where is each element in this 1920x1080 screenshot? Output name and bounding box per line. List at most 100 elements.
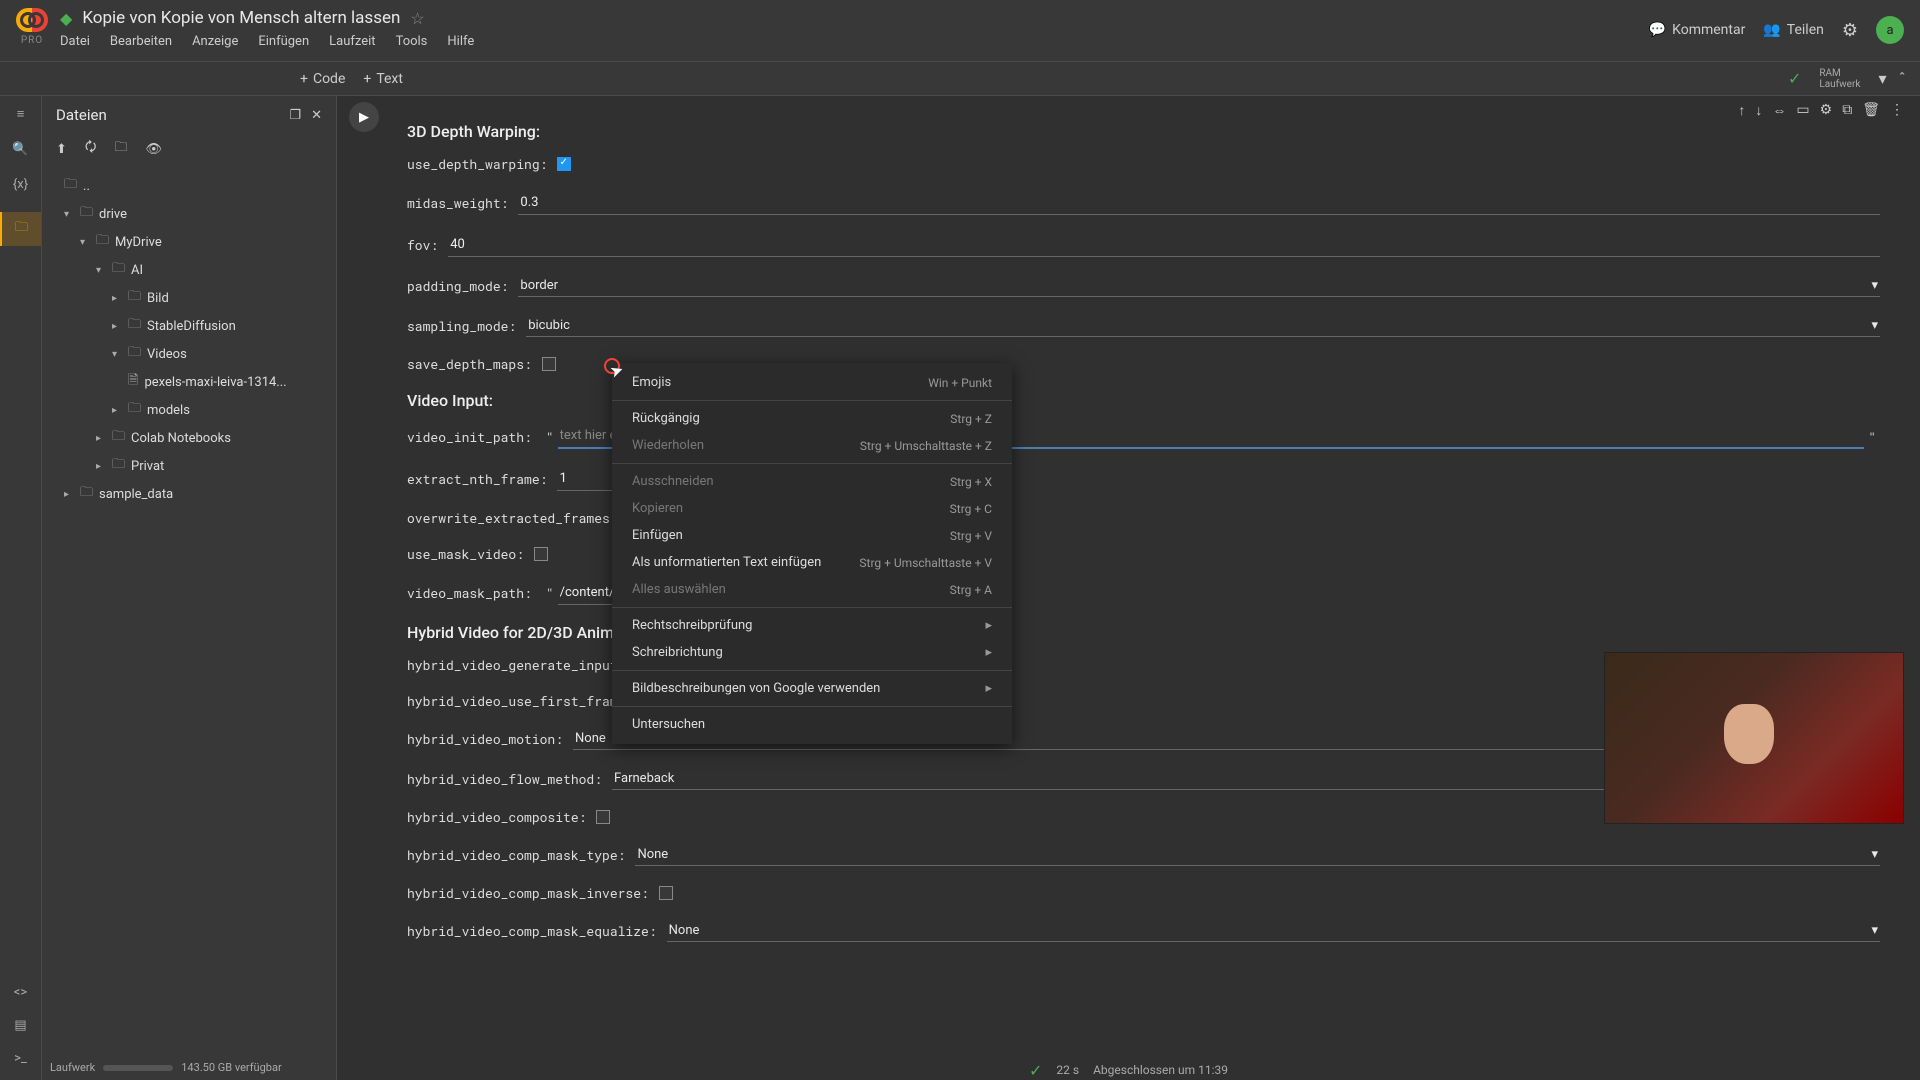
variables-icon[interactable]: {x} xyxy=(13,177,28,192)
menu-hilfe[interactable]: Hilfe xyxy=(447,34,474,49)
settings-cell-icon[interactable]: ⚙ xyxy=(1820,102,1833,119)
hidden-icon[interactable]: 👁 xyxy=(146,142,163,157)
status-time: 22 s xyxy=(1056,1063,1079,1077)
more-icon[interactable]: ⋮ xyxy=(1890,102,1904,119)
select-hybrid-mask-equalize[interactable]: None▾ xyxy=(667,920,1880,942)
chevron-down-icon: ▾ xyxy=(1871,923,1878,938)
input-midas-weight[interactable] xyxy=(518,191,1880,215)
label-hybrid-mask-type: hybrid_video_comp_mask_type: xyxy=(407,846,635,864)
checkbox-use-depth-warping[interactable] xyxy=(557,157,571,171)
tree-ai[interactable]: ▾🗀AI xyxy=(50,256,328,284)
label-use-depth-warping: use_depth_warping: xyxy=(407,155,557,173)
avatar[interactable]: a xyxy=(1876,16,1904,44)
tree-drive[interactable]: ▾🗀drive xyxy=(50,200,328,228)
select-padding-mode[interactable]: border▾ xyxy=(518,275,1880,297)
tree-mydrive[interactable]: ▾🗀MyDrive xyxy=(50,228,328,256)
cm-select-all[interactable]: Alles auswählenStrg + A xyxy=(612,576,1012,603)
cm-img-desc[interactable]: Bildbeschreibungen von Google verwenden▸ xyxy=(612,675,1012,702)
comment-cell-icon[interactable]: ▭ xyxy=(1796,102,1809,119)
search-icon[interactable]: 🔍 xyxy=(12,142,28,157)
delete-cell-icon[interactable]: 🗑 xyxy=(1862,102,1880,119)
tree-models[interactable]: ▸🗀models xyxy=(50,396,328,424)
new-window-icon[interactable]: ❐ xyxy=(289,108,301,123)
close-icon[interactable]: ✕ xyxy=(311,108,322,123)
cm-copy[interactable]: KopierenStrg + C xyxy=(612,495,1012,522)
label-sampling-mode: sampling_mode: xyxy=(407,317,526,335)
tree-video-file[interactable]: 🗎pexels-maxi-leiva-1314... xyxy=(50,368,328,396)
gear-icon[interactable]: ⚙ xyxy=(1842,20,1858,41)
files-tab[interactable]: 🗀 xyxy=(0,212,41,246)
label-video-mask-path: video_mask_path: xyxy=(407,584,542,602)
add-text-button[interactable]: +Text xyxy=(363,71,403,87)
cm-spellcheck[interactable]: Rechtschreibprüfung▸ xyxy=(612,612,1012,639)
document-title[interactable]: Kopie von Kopie von Mensch altern lassen xyxy=(82,8,400,28)
kommentar-button[interactable]: 💬 Kommentar xyxy=(1649,22,1746,38)
select-sampling-mode[interactable]: bicubic▾ xyxy=(526,315,1880,337)
mount-drive-icon[interactable]: 🗀 xyxy=(115,138,128,160)
chevron-down-icon: ▾ xyxy=(1871,318,1878,333)
run-cell-button[interactable]: ▶ xyxy=(349,102,379,132)
cm-paste-plain[interactable]: Als unformatierten Text einfügenStrg + U… xyxy=(612,549,1012,576)
checkbox-hybrid-mask-inverse[interactable] xyxy=(659,886,673,900)
file-panel-footer: Laufwerk 143.50 GB verfügbar xyxy=(50,1061,328,1074)
menu-laufzeit[interactable]: Laufzeit xyxy=(329,34,375,49)
upload-icon[interactable]: ⬆ xyxy=(56,142,67,157)
checkbox-use-mask-video[interactable] xyxy=(534,547,548,561)
logo-block: PRO xyxy=(16,8,48,46)
link-icon[interactable]: ⇔ xyxy=(1772,102,1786,119)
checkbox-hybrid-composite[interactable] xyxy=(596,810,610,824)
check-icon: ✓ xyxy=(1788,69,1801,88)
app-header: PRO ◆ Kopie von Kopie von Mensch altern … xyxy=(0,0,1920,62)
menu-datei[interactable]: Datei xyxy=(60,34,90,49)
cm-undo[interactable]: RückgängigStrg + Z xyxy=(612,405,1012,432)
label-midas-weight: midas_weight: xyxy=(407,194,518,212)
checkbox-save-depth-maps[interactable] xyxy=(542,357,556,371)
code-icon[interactable]: <> xyxy=(14,985,27,1000)
move-up-icon[interactable]: ↑ xyxy=(1738,102,1745,119)
label-hybrid-mask-equalize: hybrid_video_comp_mask_equalize: xyxy=(407,922,667,940)
dropdown-icon[interactable]: ▾ xyxy=(1878,69,1886,88)
input-fov[interactable] xyxy=(448,233,1880,257)
tree-colab[interactable]: ▸🗀Colab Notebooks xyxy=(50,424,328,452)
menu-anzeige[interactable]: Anzeige xyxy=(192,34,238,49)
tree-sample[interactable]: ▸🗀sample_data xyxy=(50,480,328,508)
chevron-down-icon: ▾ xyxy=(1871,847,1878,862)
tree-dots[interactable]: 🗀.. xyxy=(50,172,328,200)
star-icon[interactable]: ☆ xyxy=(410,9,424,28)
add-code-button[interactable]: +Code xyxy=(300,71,345,87)
text-label: Text xyxy=(376,71,403,87)
cm-redo[interactable]: WiederholenStrg + Umschalttaste + Z xyxy=(612,432,1012,459)
move-down-icon[interactable]: ↓ xyxy=(1755,102,1762,119)
cm-direction[interactable]: Schreibrichtung▸ xyxy=(612,639,1012,666)
tree-videos[interactable]: ▾🗀Videos xyxy=(50,340,328,368)
menu-einfuegen[interactable]: Einfügen xyxy=(258,34,309,49)
laufwerk-label: Laufwerk xyxy=(1819,79,1860,90)
label-hybrid-motion: hybrid_video_motion: xyxy=(407,730,573,748)
teilen-button[interactable]: 👥 Teilen xyxy=(1763,22,1824,38)
menu-bearbeiten[interactable]: Bearbeiten xyxy=(110,34,172,49)
cm-emojis[interactable]: EmojisWin + Punkt xyxy=(612,369,1012,396)
cm-cut[interactable]: AusschneidenStrg + X xyxy=(612,468,1012,495)
colab-logo[interactable] xyxy=(16,8,48,32)
menu-icon[interactable]: ≡ xyxy=(17,106,25,122)
cm-paste[interactable]: EinfügenStrg + V xyxy=(612,522,1012,549)
label-save-depth-maps: save_depth_maps: xyxy=(407,355,542,373)
cm-inspect[interactable]: Untersuchen xyxy=(612,711,1012,738)
tree-bild[interactable]: ▸🗀Bild xyxy=(50,284,328,312)
terminal-icon[interactable]: ▤ xyxy=(14,1018,26,1033)
select-hybrid-mask-type[interactable]: None▾ xyxy=(635,844,1880,866)
refresh-icon[interactable]: 🗘 xyxy=(85,138,97,160)
mirror-icon[interactable]: ⧉ xyxy=(1842,102,1852,119)
terminal2-icon[interactable]: >_ xyxy=(14,1051,27,1066)
input-extract-nth-frame[interactable] xyxy=(557,467,617,491)
label-overwrite-extracted: overwrite_extracted_frames: xyxy=(407,509,628,527)
tree-privat[interactable]: ▸🗀Privat xyxy=(50,452,328,480)
menu-tools[interactable]: Tools xyxy=(396,34,428,49)
label-use-mask-video: use_mask_video: xyxy=(407,545,534,563)
tree-stable[interactable]: ▸🗀StableDiffusion xyxy=(50,312,328,340)
status-bar: ✓ 22 s Abgeschlossen um 11:39 xyxy=(337,1060,1920,1080)
code-label: Code xyxy=(313,71,345,87)
caret-up-icon[interactable]: ˆ xyxy=(1898,69,1906,88)
teilen-label: Teilen xyxy=(1787,22,1824,38)
resource-indicator[interactable]: RAM Laufwerk xyxy=(1813,66,1866,92)
